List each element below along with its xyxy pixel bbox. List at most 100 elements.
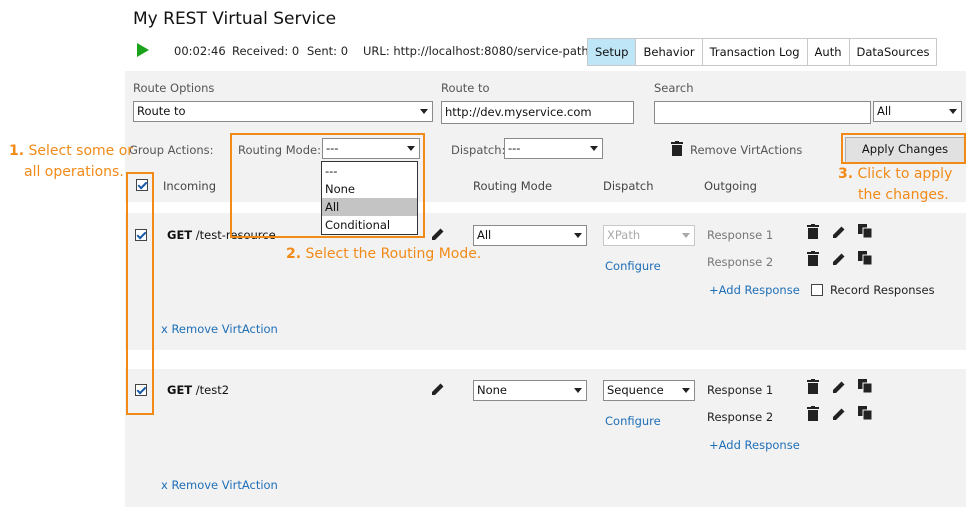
dispatch-label: Dispatch: [451, 143, 506, 157]
group-dispatch-value: --- [508, 141, 521, 155]
add-response-link[interactable]: +Add Response [709, 283, 800, 297]
row-dispatch-value: XPath [607, 228, 641, 242]
response-item: Response 2 [707, 255, 774, 269]
tab-auth[interactable]: Auth [808, 39, 850, 65]
copy-icon [857, 250, 872, 265]
group-actions-label: Group Actions: [129, 143, 214, 157]
annotation-step2-number: 2. [286, 246, 302, 262]
group-dispatch-select[interactable]: --- [504, 138, 603, 159]
elapsed-time: 00:02:46 [174, 44, 226, 58]
response-item: Response 1 [707, 228, 774, 242]
route-options-value: Route to [137, 104, 186, 118]
annotation-step1-line1: Select some or [28, 143, 134, 159]
row-routing-mode-select[interactable]: All [473, 225, 587, 246]
edit-response-button[interactable] [830, 223, 847, 240]
operation-method: GET [167, 383, 193, 397]
copy-response-button[interactable] [856, 222, 873, 239]
row-dispatch-select[interactable]: XPath [603, 225, 695, 246]
service-url: URL: http://localhost:8080/service-path [363, 44, 589, 58]
edit-response-button[interactable] [830, 250, 847, 267]
column-routing-mode: Routing Mode [473, 179, 553, 193]
record-responses-label: Record Responses [830, 283, 935, 297]
row-routing-mode-value: All [477, 228, 492, 242]
annotation-step3-number: 3. [838, 166, 854, 182]
copy-response-button[interactable] [856, 249, 873, 266]
page-title: My REST Virtual Service [133, 9, 337, 29]
annotation-step2: 2. Select the Routing Mode. [286, 246, 481, 262]
chevron-down-icon [682, 233, 690, 238]
annotation-step1-line2: all operations. [24, 164, 124, 180]
tab-bar: Setup Behavior Transaction Log Auth Data… [587, 38, 938, 66]
trash-icon [807, 379, 819, 394]
operation-method: GET [167, 228, 193, 242]
pencil-icon [832, 226, 844, 238]
route-to-input[interactable]: http://dev.myservice.com [441, 101, 634, 124]
copy-response-button[interactable] [856, 377, 873, 394]
edit-response-button[interactable] [830, 405, 847, 422]
route-options-select[interactable]: Route to [133, 101, 433, 122]
record-responses-checkbox[interactable] [811, 284, 823, 296]
configure-link[interactable]: Configure [605, 414, 661, 428]
trash-icon [671, 140, 683, 156]
annotation-step3-line2: the changes. [858, 187, 949, 203]
trash-icon [807, 406, 819, 421]
row-routing-mode-select[interactable]: None [473, 380, 587, 401]
pencil-icon [832, 408, 844, 420]
column-incoming: Incoming [163, 179, 217, 193]
callout-box-apply [841, 133, 966, 164]
trash-icon [807, 224, 819, 239]
remove-virtaction-link[interactable]: x Remove VirtAction [161, 478, 278, 492]
route-options-label: Route Options [133, 81, 215, 95]
edit-operation-button[interactable] [429, 225, 447, 243]
tab-behavior[interactable]: Behavior [636, 39, 703, 65]
column-dispatch: Dispatch [603, 179, 654, 193]
column-outgoing: Outgoing [704, 179, 757, 193]
trash-icon [807, 251, 819, 266]
delete-response-button[interactable] [806, 405, 820, 422]
sent-count: Sent: 0 [307, 44, 349, 58]
search-scope-value: All [877, 104, 892, 118]
chevron-down-icon [949, 109, 957, 114]
pencil-icon [832, 253, 844, 265]
callout-box-routing-mode [230, 133, 425, 238]
delete-response-button[interactable] [806, 250, 820, 267]
search-label: Search [654, 81, 694, 95]
remove-virtactions-label[interactable]: Remove VirtActions [690, 143, 802, 157]
annotation-step3-line1: Click to apply [857, 166, 953, 182]
row-separator [125, 350, 966, 369]
copy-icon [857, 223, 872, 238]
annotation-step3: 3. Click to apply [838, 166, 952, 182]
pencil-icon [432, 228, 444, 240]
edit-operation-button[interactable] [429, 380, 447, 398]
annotation-step1: 1. Select some or [9, 143, 133, 159]
response-item: Response 2 [707, 410, 774, 424]
remove-virtaction-link[interactable]: x Remove VirtAction [161, 322, 278, 336]
delete-response-button[interactable] [806, 223, 820, 240]
tab-setup[interactable]: Setup [588, 39, 637, 65]
response-item: Response 1 [707, 383, 774, 397]
row-dispatch-value: Sequence [607, 383, 664, 397]
pencil-icon [832, 381, 844, 393]
tab-datasources[interactable]: DataSources [850, 39, 937, 65]
chevron-down-icon [574, 388, 582, 393]
search-scope-select[interactable]: All [873, 101, 962, 122]
chevron-down-icon [682, 388, 690, 393]
add-response-link[interactable]: +Add Response [709, 438, 800, 452]
annotation-step1-number: 1. [9, 143, 25, 159]
received-count: Received: 0 [232, 44, 300, 58]
copy-icon [857, 405, 872, 420]
delete-response-button[interactable] [806, 378, 820, 395]
pencil-icon [432, 383, 444, 395]
route-to-label: Route to [441, 81, 490, 95]
remove-virtactions-button[interactable] [670, 139, 684, 157]
chevron-down-icon [574, 233, 582, 238]
configure-link[interactable]: Configure [605, 259, 661, 273]
copy-response-button[interactable] [856, 404, 873, 421]
play-icon[interactable] [137, 43, 149, 57]
row-routing-mode-value: None [477, 383, 508, 397]
edit-response-button[interactable] [830, 378, 847, 395]
row-dispatch-select[interactable]: Sequence [603, 380, 695, 401]
tab-transaction-log[interactable]: Transaction Log [703, 39, 808, 65]
copy-icon [857, 378, 872, 393]
search-input[interactable] [654, 101, 871, 124]
